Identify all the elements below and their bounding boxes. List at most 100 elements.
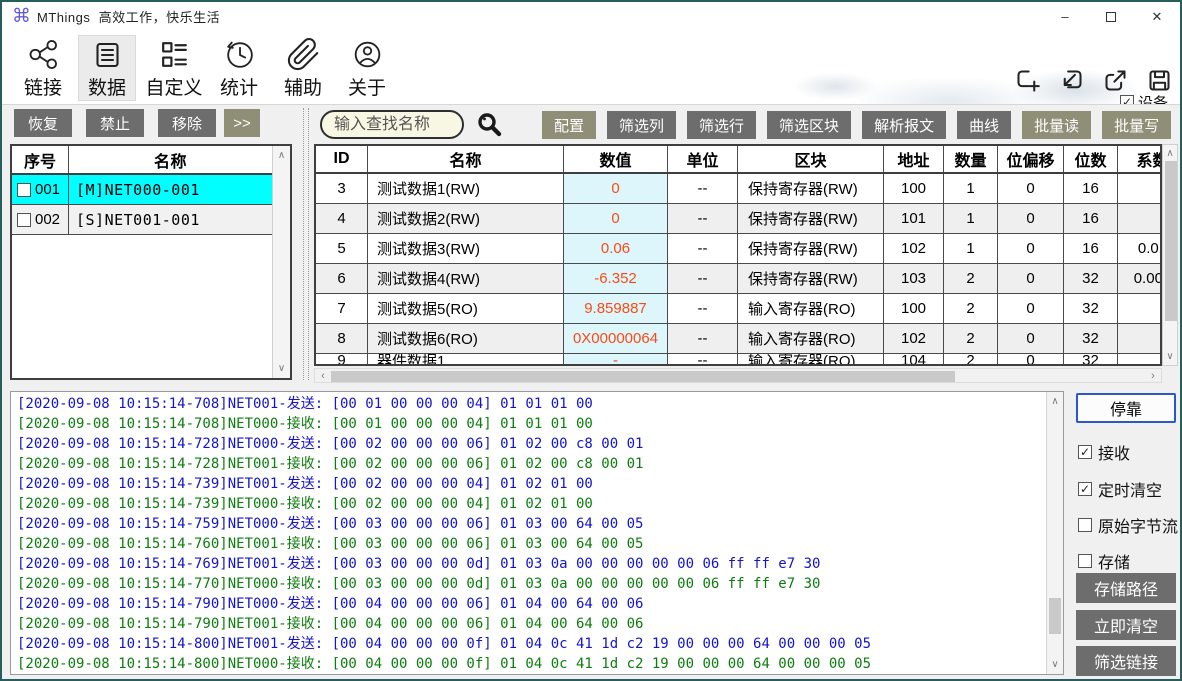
app-logo-icon: ⌘	[12, 7, 31, 26]
scroll-up-icon[interactable]: ∧	[1047, 396, 1063, 407]
data-cell-value: -	[564, 354, 668, 366]
side-checkbox[interactable]: ✓	[1078, 482, 1092, 496]
device-row[interactable]: 001[M]NET000-001	[12, 175, 272, 205]
storage-checkbox-row[interactable]: 存储	[1078, 549, 1130, 573]
search-input[interactable]	[320, 110, 464, 139]
storage-path-button[interactable]: 存储路径	[1076, 573, 1176, 603]
data-table-row[interactable]: 5测试数据3(RW)0.06--保持寄存器(RW)10210160.01	[316, 234, 1160, 264]
log-line-receive: [2020-09-08 10:15:14-739]NET000-接收: [00 …	[17, 494, 1063, 514]
data-cell-name: 测试数据6(RO)	[368, 324, 564, 353]
toolbar-tab-custom[interactable]: 自定义	[140, 35, 208, 101]
toggle-checkbox[interactable]: ✓	[1120, 95, 1134, 105]
timed-clear-checkbox-row[interactable]: ✓定时清空	[1078, 477, 1162, 501]
batch-write-button[interactable]: 批量写	[1102, 111, 1171, 139]
data-table-vscrollbar[interactable]: ∧ ∨	[1162, 144, 1178, 366]
data-table-row[interactable]: 9器件数据1---输入寄存器(RO)1042032	[316, 354, 1160, 366]
log-line-send: [2020-09-08 10:15:14-790]NET000-发送: [00 …	[17, 594, 1063, 614]
device-list-scrollbar[interactable]: ∧ ∨	[272, 146, 290, 378]
filter-column-button[interactable]: 筛选列	[607, 111, 676, 139]
batch-read-button[interactable]: 批量读	[1022, 111, 1091, 139]
curve-button[interactable]: 曲线	[957, 111, 1011, 139]
panel-splitter[interactable]	[303, 108, 309, 380]
disable-button[interactable]: 禁止	[86, 109, 144, 137]
data-col-header: 系数	[1118, 146, 1162, 172]
dock-button[interactable]: 停靠	[1076, 393, 1176, 423]
data-cell-value: 0X00000064	[564, 324, 668, 353]
log-line-receive: [2020-09-08 10:15:14-770]NET000-接收: [00 …	[17, 574, 1063, 594]
data-table: ID名称数值单位区块地址数量位偏移位数系数3测试数据1(RW)0--保持寄存器(…	[314, 144, 1162, 366]
data-cell-name: 测试数据5(RO)	[368, 294, 564, 323]
config-button[interactable]: 配置	[542, 111, 596, 139]
data-cell-value: 0	[564, 174, 668, 203]
data-cell-block: 保持寄存器(RW)	[738, 264, 884, 293]
data-table-row[interactable]: 3测试数据1(RW)0--保持寄存器(RW)1001016	[316, 174, 1160, 204]
side-checkbox[interactable]	[1078, 554, 1092, 568]
log-line-send: [2020-09-08 10:15:14-739]NET001-发送: [00 …	[17, 474, 1063, 494]
clear-now-button[interactable]: 立即清空	[1076, 610, 1176, 640]
remove-button[interactable]: 移除	[158, 109, 216, 137]
expand-button[interactable]: >>	[224, 109, 260, 137]
import-button[interactable]	[1058, 67, 1085, 94]
data-table-row[interactable]: 8测试数据6(RO)0X00000064--输入寄存器(RO)1022032	[316, 324, 1160, 354]
hscroll-thumb[interactable]	[331, 371, 955, 382]
filter-row-button[interactable]: 筛选行	[687, 111, 756, 139]
data-col-header: 位数	[1064, 146, 1118, 172]
vscroll-thumb[interactable]	[1165, 161, 1177, 321]
device-name: [M]NET000-001	[69, 175, 272, 204]
export-button[interactable]	[1102, 67, 1129, 94]
close-button[interactable]: ✕	[1134, 2, 1180, 31]
device-row-checkbox[interactable]	[17, 183, 31, 197]
data-col-header: ID	[316, 146, 368, 172]
data-table-row[interactable]: 6测试数据4(RW)-6.352--保持寄存器(RW)10320320.001	[316, 264, 1160, 294]
data-cell-block: 输入寄存器(RO)	[738, 324, 884, 353]
maximize-button[interactable]	[1088, 2, 1134, 31]
data-cell-coef	[1118, 174, 1162, 203]
message-log[interactable]: [2020-09-08 10:15:14-708]NET001-发送: [00 …	[10, 391, 1064, 675]
data-cell-offset: 0	[998, 234, 1064, 263]
data-table-hscrollbar[interactable]: ‹ ›	[314, 368, 1162, 383]
parse-message-button[interactable]: 解析报文	[862, 111, 946, 139]
raw-bytestream-checkbox-row[interactable]: 原始字节流	[1078, 513, 1178, 537]
log-scroll-thumb[interactable]	[1049, 598, 1061, 634]
device-row[interactable]: 002[S]NET001-001	[12, 205, 272, 235]
toolbar-tab-data[interactable]: 数据	[78, 35, 136, 101]
device-index-text: 002	[35, 211, 60, 228]
scroll-left-icon[interactable]: ‹	[318, 370, 328, 382]
receive-checkbox-row[interactable]: ✓ 接收	[1078, 440, 1130, 464]
scroll-right-icon[interactable]: ›	[1148, 370, 1158, 382]
scroll-down-icon[interactable]: ∨	[1047, 659, 1063, 670]
minimize-button[interactable]: –	[1042, 2, 1088, 31]
scroll-up-icon[interactable]: ∧	[1163, 148, 1177, 159]
data-cell-value: 0	[564, 204, 668, 233]
data-cell-unit: --	[668, 174, 738, 203]
toolbar-tab-about[interactable]: 关于	[338, 35, 396, 101]
new-window-button[interactable]	[1014, 67, 1041, 94]
filter-block-button[interactable]: 筛选区块	[767, 111, 851, 139]
device-row-checkbox[interactable]	[17, 213, 31, 227]
data-cell-name: 测试数据2(RW)	[368, 204, 564, 233]
data-cell-addr: 100	[884, 294, 944, 323]
search-icon[interactable]	[475, 111, 503, 139]
scroll-up-icon[interactable]: ∧	[273, 150, 290, 161]
side-checkbox[interactable]	[1078, 518, 1092, 532]
scroll-down-icon[interactable]: ∨	[273, 363, 290, 374]
side-checkbox-label: 接收	[1098, 440, 1130, 464]
log-scrollbar[interactable]: ∧ ∨	[1046, 392, 1063, 674]
data-cell-bits: 16	[1064, 204, 1118, 233]
data-table-row[interactable]: 4测试数据2(RW)0--保持寄存器(RW)1011016	[316, 204, 1160, 234]
toolbar-tab-assist[interactable]: 辅助	[274, 35, 332, 101]
side-checkbox[interactable]: ✓	[1078, 445, 1092, 459]
toolbar-tab-link[interactable]: 链接	[14, 35, 72, 101]
device-row-index: 002	[12, 205, 69, 234]
data-cell-coef	[1118, 354, 1160, 366]
toolbar-tab-statistics[interactable]: 统计	[210, 35, 268, 101]
scroll-down-icon[interactable]: ∨	[1163, 351, 1177, 362]
save-button[interactable]	[1146, 67, 1173, 94]
data-cell-coef: 0.001	[1118, 264, 1162, 293]
filter-link-button[interactable]: 筛选链接	[1076, 646, 1176, 676]
data-col-header: 区块	[738, 146, 884, 172]
data-table-row[interactable]: 7测试数据5(RO)9.859887--输入寄存器(RO)1002032	[316, 294, 1160, 324]
restore-button[interactable]: 恢复	[14, 109, 72, 137]
data-cell-offset: 0	[998, 264, 1064, 293]
device-button-row: 恢复禁止移除 >>	[14, 109, 260, 137]
